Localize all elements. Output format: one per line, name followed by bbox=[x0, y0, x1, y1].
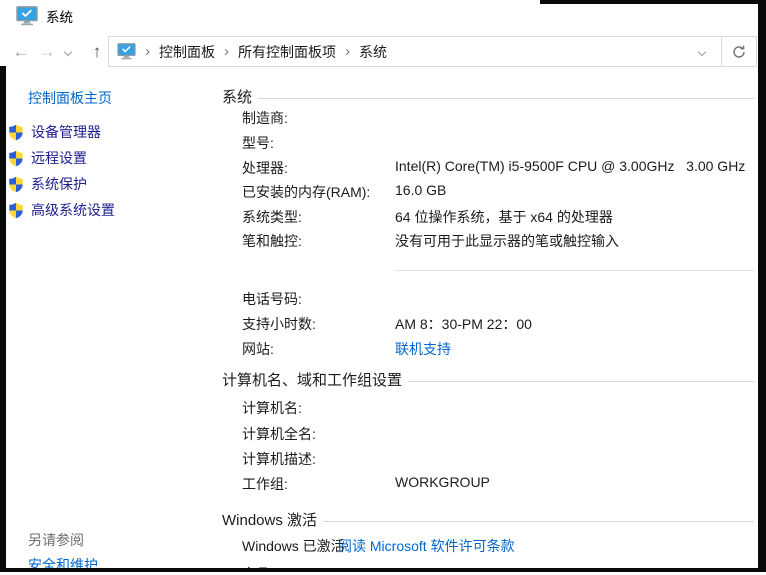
breadcrumb-all-items[interactable]: 所有控制面板项 bbox=[238, 42, 336, 62]
breadcrumb-separator-icon: › bbox=[345, 43, 350, 60]
title-bar: 系统 bbox=[0, 0, 766, 32]
chevron-down-icon bbox=[697, 47, 707, 56]
field-value: AM 8：30-PM 22：00 bbox=[395, 316, 532, 332]
field-label: 系统类型: bbox=[242, 209, 302, 225]
address-dropdown-button[interactable] bbox=[691, 47, 713, 56]
field-label: 电话号码: bbox=[242, 291, 302, 307]
info-row-phone: 电话号码: bbox=[222, 289, 756, 307]
recent-locations-button[interactable] bbox=[60, 39, 76, 65]
section-header-windows-activation: Windows 激活 bbox=[222, 509, 754, 530]
refresh-icon bbox=[731, 44, 747, 60]
activation-status-row: Windows 已激活 阅读 Microsoft 软件许可条款 bbox=[222, 536, 756, 554]
back-button[interactable]: ← bbox=[8, 39, 34, 65]
info-row-manufacturer: 制造商: bbox=[222, 108, 756, 126]
chevron-down-icon bbox=[63, 47, 73, 57]
section-header-system: 系统 bbox=[222, 86, 754, 107]
section-header-computer-name: 计算机名、域和工作组设置 bbox=[222, 369, 754, 390]
info-row-system-type: 系统类型: 64 位操作系统，基于 x64 的处理器 bbox=[222, 207, 756, 225]
screen-edge-right bbox=[758, 0, 766, 572]
refresh-button[interactable] bbox=[722, 36, 757, 67]
section-title: 系统 bbox=[222, 89, 253, 106]
info-row-ram: 已安装的内存(RAM): 16.0 GB bbox=[222, 182, 756, 200]
field-label: 工作组: bbox=[242, 476, 288, 492]
breadcrumb-separator-icon: › bbox=[145, 43, 150, 60]
uac-shield-icon bbox=[8, 150, 24, 167]
field-label: 型号: bbox=[242, 135, 274, 151]
uac-shield-icon bbox=[8, 202, 24, 219]
uac-shield-icon bbox=[8, 176, 24, 193]
section-rule bbox=[408, 380, 754, 382]
screen-edge-top bbox=[540, 0, 766, 4]
screen-edge-bottom bbox=[0, 568, 766, 572]
activation-status: Windows 已激活 bbox=[242, 538, 345, 554]
sidebar-item-label: 高级系统设置 bbox=[31, 202, 115, 218]
field-label: 支持小时数: bbox=[242, 316, 316, 332]
field-label: 制造商: bbox=[242, 110, 288, 126]
field-label: 计算机描述: bbox=[242, 451, 316, 467]
window-title: 系统 bbox=[46, 10, 73, 25]
section-title: Windows 激活 bbox=[222, 512, 318, 529]
sidebar-item-label: 设备管理器 bbox=[31, 124, 101, 140]
sidebar-item-label: 远程设置 bbox=[31, 150, 87, 166]
forward-button[interactable]: → bbox=[34, 39, 60, 65]
info-row-computer-description: 计算机描述: bbox=[222, 449, 756, 467]
address-bar[interactable]: › 控制面板 › 所有控制面板项 › 系统 bbox=[108, 36, 722, 67]
field-value: 16.0 GB bbox=[395, 182, 447, 198]
field-label: 网站: bbox=[242, 341, 274, 357]
screen-edge-left bbox=[0, 66, 6, 572]
field-label: 已安装的内存(RAM): bbox=[242, 184, 371, 200]
field-label: 计算机名: bbox=[242, 400, 302, 416]
field-value: Intel(R) Core(TM) i5-9500F CPU @ 3.00GHz… bbox=[395, 158, 746, 174]
sidebar-item-control-panel-home[interactable]: 控制面板主页 bbox=[28, 88, 112, 108]
field-value: 没有可用于此显示器的笔或触控输入 bbox=[395, 233, 619, 249]
sidebar-item-advanced-system-settings[interactable]: 高级系统设置 bbox=[8, 200, 115, 220]
info-row-website: 网站: 联机支持 bbox=[222, 339, 756, 357]
license-terms-link[interactable]: 阅读 Microsoft 软件许可条款 bbox=[338, 536, 515, 556]
uac-shield-icon bbox=[8, 124, 24, 141]
breadcrumb-control-panel[interactable]: 控制面板 bbox=[159, 42, 215, 62]
sidebar-home-label: 控制面板主页 bbox=[28, 90, 112, 106]
field-label: 笔和触控: bbox=[242, 233, 302, 249]
sidebar-item-system-protection[interactable]: 系统保护 bbox=[8, 174, 87, 194]
breadcrumb-separator-icon: › bbox=[224, 43, 229, 60]
info-row-computer-name: 计算机名: bbox=[222, 398, 756, 416]
field-value: 64 位操作系统，基于 x64 的处理器 bbox=[395, 209, 613, 225]
section-rule bbox=[258, 97, 754, 99]
sidebar-item-remote-settings[interactable]: 远程设置 bbox=[8, 148, 87, 168]
section-title: 计算机名、域和工作组设置 bbox=[222, 372, 403, 389]
online-support-link[interactable]: 联机支持 bbox=[395, 339, 451, 359]
up-icon: ↑ bbox=[92, 42, 102, 61]
location-monitor-icon bbox=[117, 43, 136, 60]
sidebar-item-label: 系统保护 bbox=[31, 176, 87, 192]
section-rule bbox=[323, 520, 754, 522]
system-monitor-icon bbox=[16, 6, 38, 26]
address-bar-area: › 控制面板 › 所有控制面板项 › 系统 bbox=[108, 36, 757, 67]
info-row-full-computer-name: 计算机全名: bbox=[222, 424, 756, 442]
info-row-support-hours: 支持小时数: AM 8：30-PM 22：00 bbox=[222, 314, 756, 332]
field-label: 计算机全名: bbox=[242, 426, 316, 442]
breadcrumb-system[interactable]: 系统 bbox=[359, 42, 387, 62]
main-content: 系统 制造商: 型号: 处理器: Intel(R) Core(TM) i5-95… bbox=[222, 72, 756, 572]
info-row-workgroup: 工作组: WORKGROUP bbox=[222, 474, 756, 492]
info-row-pen-touch: 笔和触控: 没有可用于此显示器的笔或触控输入 bbox=[222, 231, 756, 249]
field-value: WORKGROUP bbox=[395, 474, 490, 490]
info-row-model: 型号: bbox=[222, 133, 756, 151]
up-button[interactable]: ↑ bbox=[84, 39, 110, 65]
info-row-processor: 处理器: Intel(R) Core(TM) i5-9500F CPU @ 3.… bbox=[222, 158, 756, 176]
field-label: 处理器: bbox=[242, 160, 288, 176]
support-section-rule bbox=[395, 270, 754, 271]
back-icon: ← bbox=[12, 42, 30, 61]
see-also-header: 另请参阅 bbox=[28, 532, 84, 548]
forward-icon: → bbox=[38, 42, 56, 61]
sidebar-item-security-maintenance[interactable]: 安全和维护 bbox=[28, 555, 98, 575]
sidebar-item-device-manager[interactable]: 设备管理器 bbox=[8, 122, 101, 142]
